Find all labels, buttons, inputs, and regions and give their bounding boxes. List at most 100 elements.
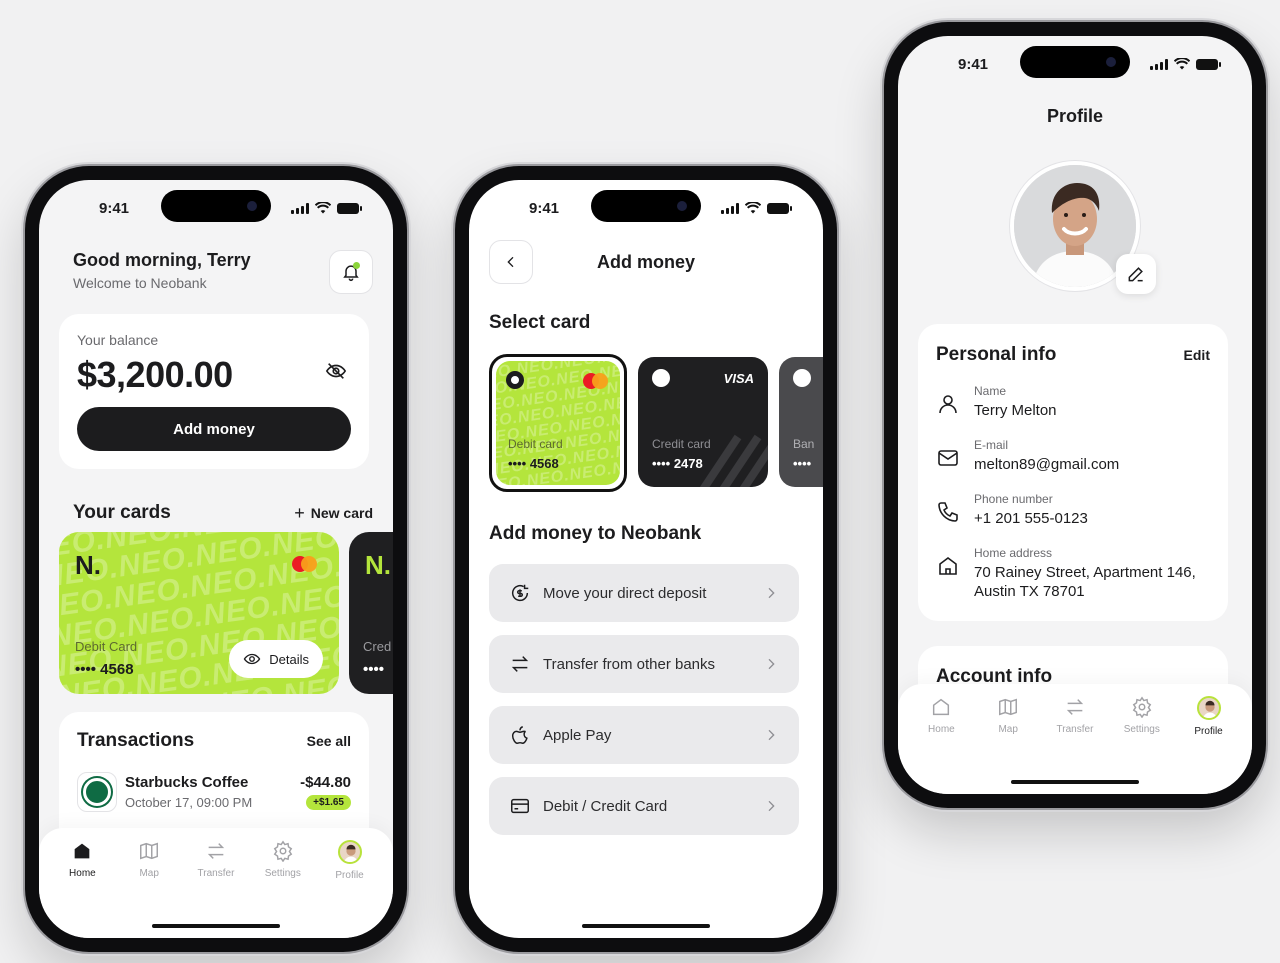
card-option-debit[interactable]: NEO.NEO.NEO.NEO.NEO.NEO.NEO.NEONEO.NEO.N… (489, 354, 627, 492)
cashback-badge: +$1.65 (306, 795, 351, 810)
transaction-merchant: Starbucks Coffee (125, 774, 249, 791)
tab-label: Transfer (1056, 724, 1094, 735)
card-option-credit[interactable]: VISA Credit card •••• 2478 (638, 357, 768, 487)
option-direct-deposit[interactable]: Move your direct deposit (489, 564, 799, 622)
transaction-amount: -$44.80 (300, 774, 351, 791)
tab-label: Profile (335, 870, 364, 881)
cards-header: Your cards + New card (73, 502, 373, 524)
card-number: •••• 4568 (75, 661, 134, 678)
details-label: Details (269, 651, 309, 667)
credit-card-peek[interactable]: N. Cred •••• (349, 532, 393, 694)
phone-add-money: 9:41 Add money Select card NEO.NEO.NEO.N… (455, 166, 837, 952)
option-debit-credit[interactable]: Debit / Credit Card (489, 777, 799, 835)
user-icon (939, 395, 957, 414)
tab-label: Profile (1194, 726, 1223, 737)
avatar (1196, 696, 1221, 720)
status-bar: 9:41 (898, 36, 1252, 92)
transactions-header: Transactions See all (77, 730, 351, 752)
status-icons (291, 202, 362, 214)
gear-icon (273, 840, 293, 862)
card-logo: N. (75, 550, 101, 580)
card-type: Debit Card (75, 639, 138, 654)
card-type: Credit card (652, 437, 711, 451)
transaction-row[interactable]: Starbucks Coffee October 17, 09:00 PM -$… (77, 772, 351, 812)
info-value: +1 201 555-0123 (974, 510, 1088, 527)
info-value: 70 Rainey Street, Apartment 146, Austin … (974, 564, 1196, 600)
card-option-bank[interactable]: Ban •••• (779, 357, 823, 487)
tab-label: Map (998, 724, 1018, 735)
battery-icon (767, 202, 792, 214)
profile-screen: 9:41 Profile Personal info Edit Name Ter… (898, 36, 1252, 794)
transfer-icon (207, 843, 225, 859)
tab-label: Home (69, 868, 96, 879)
option-apple-pay[interactable]: Apple Pay (489, 706, 799, 764)
see-all-button[interactable]: See all (307, 733, 351, 749)
radio-unselected (793, 369, 811, 387)
balance-value: $3,200.00 (77, 354, 233, 395)
tab-bar: Home Map Transfer Settings Profile (39, 828, 393, 938)
card-number: •••• (793, 456, 812, 471)
mastercard-icon (583, 373, 608, 389)
phone-icon (938, 502, 958, 522)
home-icon (75, 843, 90, 859)
cards-title: Your cards (73, 502, 171, 523)
page-title: Add money (596, 252, 695, 272)
pencil-icon (1128, 267, 1143, 282)
option-label: Debit / Credit Card (543, 797, 668, 815)
personal-info-title: Personal info (936, 344, 1057, 365)
tab-profile[interactable]: Profile (1179, 696, 1239, 794)
info-label: Name (974, 384, 1007, 398)
new-card-button[interactable]: + New card (294, 503, 373, 524)
debit-card-thumb: NEO.NEO.NEO.NEO.NEO.NEO.NEO.NEONEO.NEO.N… (496, 361, 620, 485)
notification-dot (353, 262, 360, 269)
phone-home: 9:41 Good morning, Terry Welcome to Neob… (25, 166, 407, 952)
map-icon (999, 698, 1018, 716)
balance-card: Your balance $3,200.00 Add money (59, 314, 369, 469)
info-label: E-mail (974, 438, 1009, 452)
details-button[interactable]: Details (229, 640, 323, 678)
option-label: Move your direct deposit (543, 584, 707, 602)
balance-label: Your balance (77, 332, 159, 348)
card-number: •••• 4568 (508, 456, 559, 471)
avatar (337, 840, 362, 864)
notifications-button[interactable] (329, 250, 373, 294)
home-screen: 9:41 Good morning, Terry Welcome to Neob… (39, 180, 393, 938)
greeting-block: Good morning, Terry Welcome to Neobank (73, 250, 251, 291)
status-time: 9:41 (99, 199, 130, 217)
option-transfer-banks[interactable]: Transfer from other banks (489, 635, 799, 693)
personal-info-card: Personal info Edit Name Terry Melton E-m… (918, 324, 1228, 621)
add-money-section-title: Add money to Neobank (489, 523, 702, 544)
tab-label: Settings (1123, 724, 1160, 735)
greeting-title: Good morning, Terry (73, 250, 251, 270)
info-label: Phone number (974, 492, 1053, 506)
second-card-logo: N. (365, 550, 391, 580)
tab-label: Map (139, 868, 159, 879)
personal-info-header: Personal info Edit (936, 344, 1210, 366)
gear-icon (1132, 696, 1152, 718)
eye-off-icon[interactable] (325, 360, 347, 382)
info-row-name: Name Terry Melton (936, 384, 1210, 420)
edit-avatar-button[interactable] (1116, 254, 1156, 294)
info-row-address: Home address 70 Rainey Street, Apartment… (936, 546, 1210, 601)
transaction-date: October 17, 09:00 PM (125, 795, 253, 810)
tab-home[interactable]: Home (52, 840, 112, 938)
debit-card[interactable]: NEO.NEO.NEO.NEO.NEO.NEO.NEO.NEO.NEO.NEON… (59, 532, 339, 694)
greeting-subtitle: Welcome to Neobank (73, 275, 207, 291)
tab-profile[interactable]: Profile (320, 840, 380, 938)
tab-home[interactable]: Home (911, 696, 971, 794)
tab-label: Transfer (197, 868, 235, 879)
edit-button[interactable]: Edit (1184, 347, 1210, 363)
add-money-button[interactable]: Add money (77, 407, 351, 451)
transactions-title: Transactions (77, 730, 195, 751)
second-card-number: •••• (363, 661, 385, 678)
card-type: Debit card (508, 437, 563, 451)
home-indicator (1011, 780, 1139, 784)
tab-label: Home (928, 724, 955, 735)
chevron-right-icon (768, 587, 775, 599)
home-icon (939, 557, 957, 575)
tab-label: Settings (264, 868, 301, 879)
chevron-right-icon (768, 658, 775, 670)
face-icon (343, 844, 358, 862)
card-type: Ban (793, 437, 815, 451)
status-bar: 9:41 (469, 180, 823, 236)
